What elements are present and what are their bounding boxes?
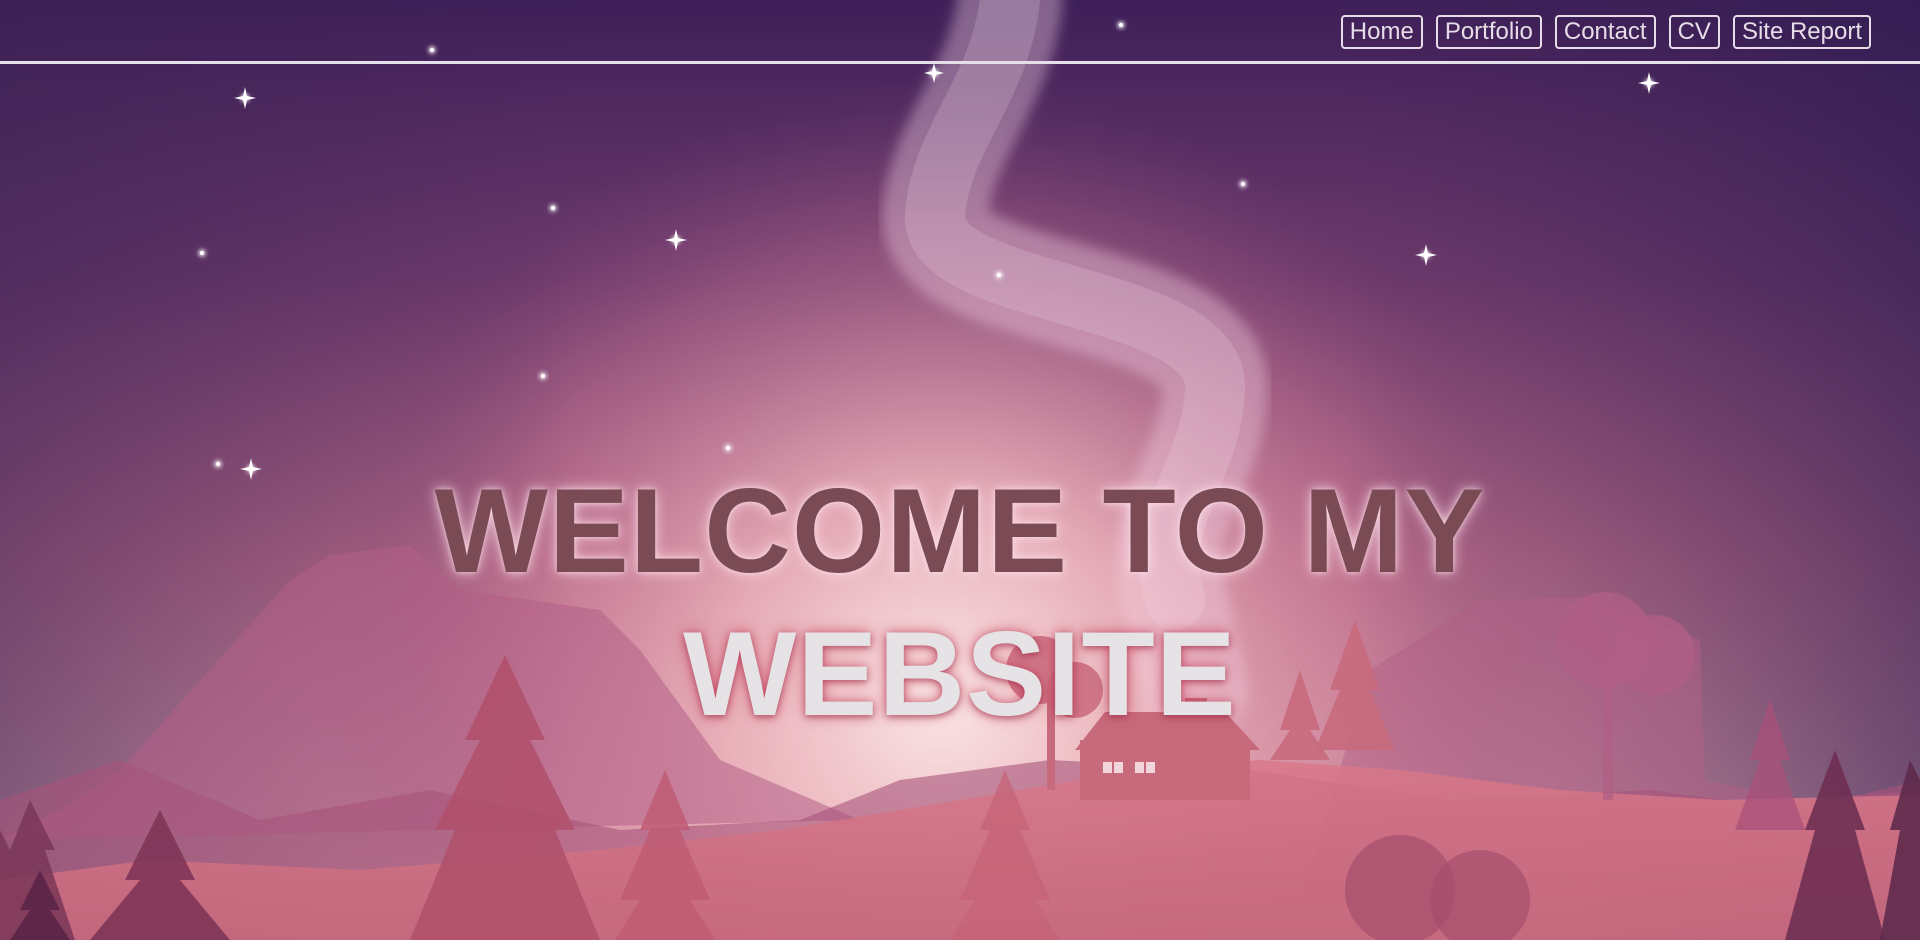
- nav-cv-link[interactable]: CV: [1668, 15, 1720, 49]
- nav-contact-link[interactable]: Contact: [1554, 15, 1656, 49]
- main-nav: Home Portfolio Contact CV Site Report: [1340, 15, 1871, 49]
- hero-heading-line-1: WELCOME TO MY: [434, 464, 1486, 599]
- nav-portfolio-link[interactable]: Portfolio: [1435, 15, 1542, 49]
- top-navigation-bar: Home Portfolio Contact CV Site Report: [0, 0, 1920, 64]
- nav-site-report-link[interactable]: Site Report: [1732, 15, 1871, 49]
- header-divider: [0, 61, 1920, 64]
- nav-home-link[interactable]: Home: [1340, 15, 1423, 49]
- hero-heading: WELCOME TO MY WEBSITE: [300, 460, 1620, 746]
- hero-heading-line-2: WEBSITE: [683, 607, 1237, 742]
- page: Home Portfolio Contact CV Site Report WE…: [0, 0, 1920, 940]
